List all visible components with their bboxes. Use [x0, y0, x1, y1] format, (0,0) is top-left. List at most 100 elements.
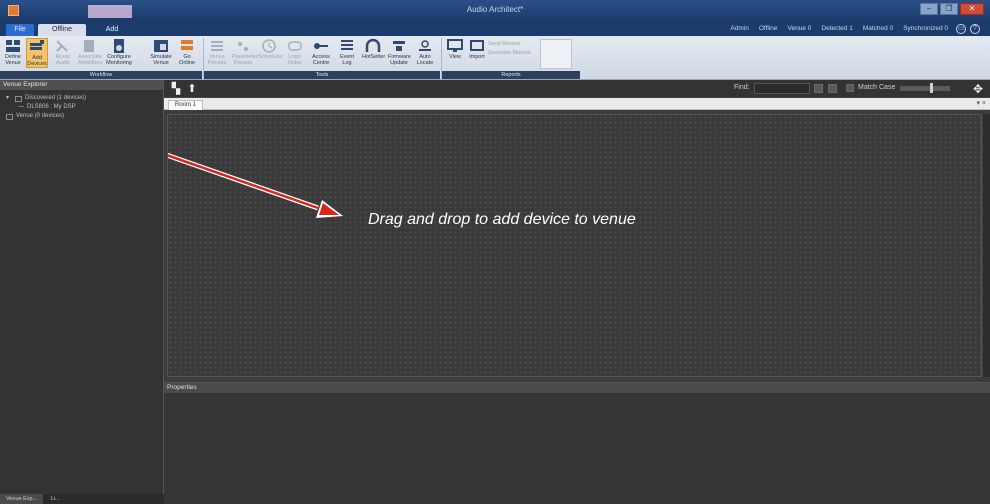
document-icon[interactable]: ▚: [170, 83, 182, 95]
status-indicators: Admin Offline Venue 0 Detected 1 Matched…: [730, 25, 948, 32]
route-audio-icon: [56, 40, 68, 52]
define-venue-icon: [6, 40, 20, 52]
tab-library[interactable]: Li...: [45, 494, 66, 504]
view-report-button[interactable]: View: [444, 38, 466, 68]
firmware-update-button[interactable]: Firmware Update: [388, 38, 411, 68]
simulate-venue-icon: [154, 40, 168, 52]
ribbon-group-reports: View Import Send Review Generate Manual …: [442, 36, 580, 80]
drag-arrow-graphic: [168, 152, 343, 218]
canvas-toolbar: ▚ ⬆ Find: Match Case ✥: [164, 80, 990, 98]
properties-panel: Properties: [164, 382, 990, 504]
venue-icon: [6, 113, 13, 120]
tree-item-venue[interactable]: Venue (0 devices): [6, 112, 157, 121]
network-icon: [15, 95, 22, 102]
add-devices-button[interactable]: Add Devices: [26, 38, 48, 68]
associate-amplifiers-button[interactable]: Associate Amplifiers: [78, 38, 102, 68]
venue-presets-button[interactable]: Venue Presets: [206, 38, 228, 68]
ribbon-group-label: Workflow: [0, 71, 202, 79]
monitoring-icon: [114, 39, 124, 53]
tab-menu-button[interactable]: ▾ ×: [976, 99, 986, 107]
fit-to-screen-icon[interactable]: ✥: [972, 83, 984, 95]
auto-locate-button[interactable]: Auto Locate: [414, 38, 436, 68]
ribbon-minimize-icon[interactable]: ▭: [956, 24, 966, 34]
define-venue-button[interactable]: Define Venue: [2, 38, 24, 68]
up-arrow-icon[interactable]: ⬆: [186, 83, 198, 95]
locate-icon: [419, 40, 431, 51]
zoom-slider-thumb[interactable]: [930, 83, 933, 93]
document-tab-strip: Room 1 ▾ ×: [164, 98, 990, 110]
event-log-icon: [341, 40, 353, 50]
app-window: Audio Architect* – ❐ ✕ File Offline Desi…: [0, 0, 990, 504]
title-bar: Audio Architect* – ❐ ✕: [0, 0, 990, 22]
tab-add-devices[interactable]: Add Devices: [90, 24, 134, 45]
tree-item-discovered[interactable]: ▾ Discovered (1 devices): [6, 94, 157, 103]
import-report-button[interactable]: Import: [466, 38, 488, 68]
amplifier-icon: [84, 40, 94, 52]
find-previous-button[interactable]: [814, 84, 823, 93]
venue-explorer-title: Venue Explorer: [0, 80, 163, 90]
tab-venue-explorer[interactable]: Venue Exp...: [0, 494, 44, 504]
ribbon-group-tools: Venue Presets Parameter Presets Schedule…: [204, 36, 440, 80]
zoom-slider[interactable]: [900, 86, 950, 91]
monitor-icon: [447, 39, 463, 52]
configure-monitoring-button[interactable]: Configure Monitoring: [106, 38, 132, 68]
tab-offline-design[interactable]: Offline Design: [38, 24, 86, 45]
status-mode: Offline: [758, 25, 778, 32]
match-case-label: Match Case: [858, 84, 896, 91]
window-controls: – ❐ ✕: [920, 3, 984, 15]
minimize-button[interactable]: –: [920, 3, 938, 15]
headphones-icon: [365, 38, 381, 52]
route-audio-button[interactable]: Route Audio: [52, 38, 74, 68]
firmware-icon: [393, 41, 405, 51]
chevron-down-icon[interactable]: ▾: [6, 94, 12, 103]
venue-presets-icon: [211, 41, 223, 51]
logic-rules-icon: [288, 41, 302, 51]
key-icon: [314, 43, 328, 49]
clock-icon: [262, 39, 276, 53]
venue-canvas[interactable]: Drag and drop to add device to venue: [167, 114, 982, 377]
event-log-button[interactable]: Event Log: [336, 38, 358, 68]
add-devices-icon: [30, 40, 44, 50]
properties-title: Properties: [164, 383, 990, 393]
match-case-checkbox[interactable]: [846, 84, 854, 92]
access-centre-button[interactable]: Access Centre: [310, 38, 332, 68]
find-input[interactable]: [754, 83, 810, 94]
explorer-bottom-tabs: Venue Exp... Li...: [0, 494, 164, 504]
drag-drop-hint: Drag and drop to add device to venue: [368, 211, 636, 228]
status-venue: Venue 0: [787, 25, 812, 32]
go-online-button[interactable]: Go Online: [176, 38, 198, 68]
status-user[interactable]: Admin: [730, 25, 748, 32]
parameter-presets-icon: [238, 42, 248, 51]
ribbon-tab-row: File Offline Design Add Devices Admin Of…: [0, 22, 990, 45]
device-connector-icon: —: [18, 104, 24, 110]
go-online-icon: [181, 40, 193, 50]
send-review-item[interactable]: Send Review: [488, 40, 531, 49]
scheduler-button[interactable]: Scheduler: [258, 38, 283, 68]
tree-item-device[interactable]: — DLS806 : My DSP: [6, 103, 157, 112]
close-button[interactable]: ✕: [960, 3, 984, 15]
tab-file[interactable]: File: [6, 24, 34, 36]
generate-manual-item[interactable]: Generate Manual: [488, 49, 531, 58]
ribbon-group-label: Reports: [442, 71, 580, 79]
help-icon[interactable]: ?: [970, 24, 980, 34]
status-synchronized: Synchronized 0: [903, 25, 948, 32]
tab-room-1[interactable]: Room 1: [168, 100, 204, 110]
reports-list: Send Review Generate Manual: [488, 40, 531, 58]
find-next-button[interactable]: [828, 84, 837, 93]
canvas-scrollbar[interactable]: [983, 114, 990, 377]
ribbon-group-label: Tools: [204, 71, 440, 79]
simulate-venue-button[interactable]: Simulate Venue: [150, 38, 172, 68]
status-matched: Matched 0: [862, 25, 894, 32]
ribbon: Define Venue Add Devices Route Audio Ass…: [0, 36, 990, 80]
import-icon: [470, 40, 484, 51]
window-title: Audio Architect*: [466, 5, 524, 14]
reports-gallery[interactable]: [540, 39, 572, 69]
maximize-button[interactable]: ❐: [940, 3, 958, 15]
status-detected: Detected 1: [821, 25, 853, 32]
logic-rules-button[interactable]: Logic Rules: [284, 38, 306, 68]
venue-explorer-panel: Venue Explorer ▾ Discovered (1 devices) …: [0, 80, 164, 504]
ribbon-group-workflow: Define Venue Add Devices Route Audio Ass…: [0, 36, 202, 80]
find-label: Find:: [734, 84, 750, 91]
parameter-presets-button[interactable]: Parameter Presets: [232, 38, 258, 68]
hotsetter-button[interactable]: HotSetter: [362, 38, 385, 68]
